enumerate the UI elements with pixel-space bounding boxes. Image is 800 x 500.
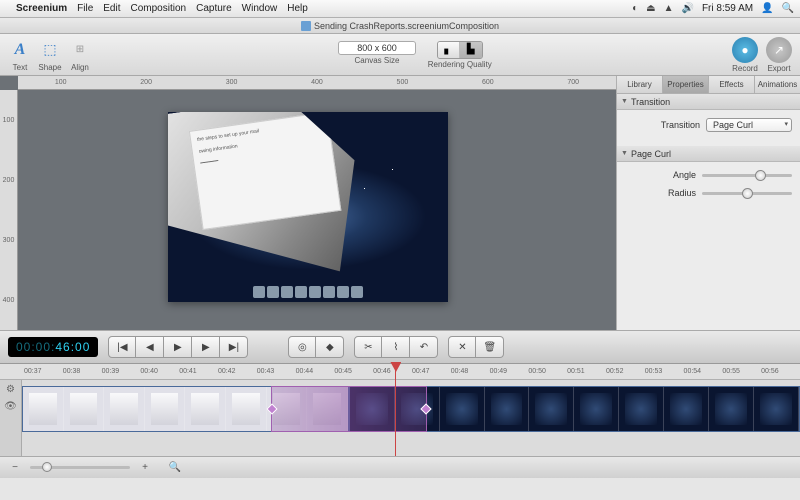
record-icon: ● xyxy=(732,37,758,63)
volume-icon[interactable]: 🔊 xyxy=(682,3,694,14)
tab-effects[interactable]: Effects xyxy=(709,76,755,93)
transition-clip[interactable] xyxy=(271,386,427,432)
shape-tool[interactable]: ⬚ Shape xyxy=(38,38,62,72)
radius-label: Radius xyxy=(668,188,696,198)
export-button[interactable]: ↗ Export xyxy=(766,37,792,73)
disclosure-icon: ▼ xyxy=(621,150,628,157)
cancel-button[interactable]: ✕ xyxy=(448,336,476,358)
pagecurl-section-header[interactable]: ▼ Page Curl xyxy=(617,146,800,162)
inspector-panel: Library Properties Effects Animations ▼ … xyxy=(616,76,800,330)
play-button[interactable]: ▶ xyxy=(164,336,192,358)
canvas-size-dropdown[interactable]: 800 x 600 xyxy=(338,41,416,55)
step-forward-button[interactable]: ▶ xyxy=(192,336,220,358)
window-titlebar[interactable]: Sending CrashReports.screeniumCompositio… xyxy=(0,18,800,34)
undo-button[interactable]: ↶ xyxy=(410,336,438,358)
disclosure-icon: ▼ xyxy=(621,98,628,105)
status-icon[interactable]: ◐ xyxy=(632,3,638,14)
clock[interactable]: Fri 8:59 AM xyxy=(702,3,753,14)
align-tool[interactable]: ⊞ Align xyxy=(68,38,92,72)
align-icon: ⊞ xyxy=(68,38,92,62)
split-button[interactable]: ✂ xyxy=(354,336,382,358)
app-window: Sending CrashReports.screeniumCompositio… xyxy=(0,18,800,500)
menu-composition[interactable]: Composition xyxy=(131,3,187,14)
window-title: Sending CrashReports.screeniumCompositio… xyxy=(314,21,499,31)
menu-help[interactable]: Help xyxy=(287,3,308,14)
radius-slider[interactable] xyxy=(702,192,792,195)
text-icon: A xyxy=(8,38,32,62)
menu-capture[interactable]: Capture xyxy=(196,3,232,14)
ruler-vertical: 100200300400 xyxy=(0,90,18,330)
status-icon[interactable]: ⏏ xyxy=(646,3,655,14)
timeline-area[interactable]: ⚙ 👁 2011-09-06 12.13.16/Desktop Video 20… xyxy=(0,380,800,456)
timecode-display: 00:00:46:00 xyxy=(8,337,98,357)
menu-window[interactable]: Window xyxy=(242,3,278,14)
playback-bar: 00:00:46:00 |◀ ◀ ▶ ▶ ▶| ◎ ◆ ✂ ⌇ ↶ ✕ 🗑 xyxy=(0,330,800,364)
document-icon xyxy=(301,21,311,31)
quality-high-button[interactable]: ▙ xyxy=(460,42,482,58)
canvas-area[interactable]: 100200300400500600700 100200300400 the s… xyxy=(0,76,616,330)
tab-properties[interactable]: Properties xyxy=(663,76,709,93)
main-toolbar: A Text ⬚ Shape ⊞ Align 800 x 600 Canvas … xyxy=(0,34,800,76)
transition-label: Transition xyxy=(661,120,700,130)
timeline-ruler[interactable]: 00:3700:3800:3900:4000:4100:4200:4300:44… xyxy=(0,364,800,380)
visibility-icon[interactable]: 👁 xyxy=(4,401,17,412)
zoom-in-button[interactable]: + xyxy=(138,461,152,475)
ruler-horizontal: 100200300400500600700 xyxy=(18,76,616,90)
keyframe-button[interactable]: ◆ xyxy=(316,336,344,358)
video-track[interactable]: 2011-09-06 12.13.16/Desktop Video 2011-0… xyxy=(22,386,800,432)
spotlight-icon[interactable]: 🔍 xyxy=(782,3,794,14)
tab-library[interactable]: Library xyxy=(617,76,663,93)
dock-preview xyxy=(253,286,363,298)
rendering-quality-segment[interactable]: ▖ ▙ xyxy=(437,41,483,59)
menu-file[interactable]: File xyxy=(77,3,93,14)
playhead[interactable] xyxy=(395,364,396,456)
zoom-out-button[interactable]: − xyxy=(8,461,22,475)
export-icon: ↗ xyxy=(766,37,792,63)
canvas-preview[interactable]: the steps to set up your mailowing infor… xyxy=(168,112,448,302)
zoom-fit-button[interactable]: 🔍 xyxy=(168,461,182,475)
angle-label: Angle xyxy=(673,170,696,180)
settings-icon[interactable]: ⚙ xyxy=(6,384,15,395)
marker-button[interactable]: ◎ xyxy=(288,336,316,358)
menu-edit[interactable]: Edit xyxy=(103,3,120,14)
transition-dropdown[interactable]: Page Curl xyxy=(706,118,792,132)
wifi-icon[interactable]: ▲ xyxy=(664,3,674,14)
app-menu[interactable]: Screenium xyxy=(16,3,67,14)
system-menubar: Screenium File Edit Composition Capture … xyxy=(0,0,800,18)
link-button[interactable]: ⌇ xyxy=(382,336,410,358)
bottom-bar: − + 🔍 xyxy=(0,456,800,478)
angle-slider[interactable] xyxy=(702,174,792,177)
tab-animations[interactable]: Animations xyxy=(755,76,800,93)
text-tool[interactable]: A Text xyxy=(8,38,32,72)
shape-icon: ⬚ xyxy=(38,38,62,62)
delete-button[interactable]: 🗑 xyxy=(476,336,504,358)
inspector-tabs: Library Properties Effects Animations xyxy=(617,76,800,94)
go-end-button[interactable]: ▶| xyxy=(220,336,248,358)
quality-low-button[interactable]: ▖ xyxy=(438,42,460,58)
record-button[interactable]: ● Record xyxy=(732,37,758,73)
step-back-button[interactable]: ◀ xyxy=(136,336,164,358)
track-header: ⚙ 👁 xyxy=(0,380,22,456)
zoom-slider[interactable] xyxy=(30,466,130,469)
go-start-button[interactable]: |◀ xyxy=(108,336,136,358)
transition-section-header[interactable]: ▼ Transition xyxy=(617,94,800,110)
user-icon[interactable]: 👤 xyxy=(761,3,773,14)
